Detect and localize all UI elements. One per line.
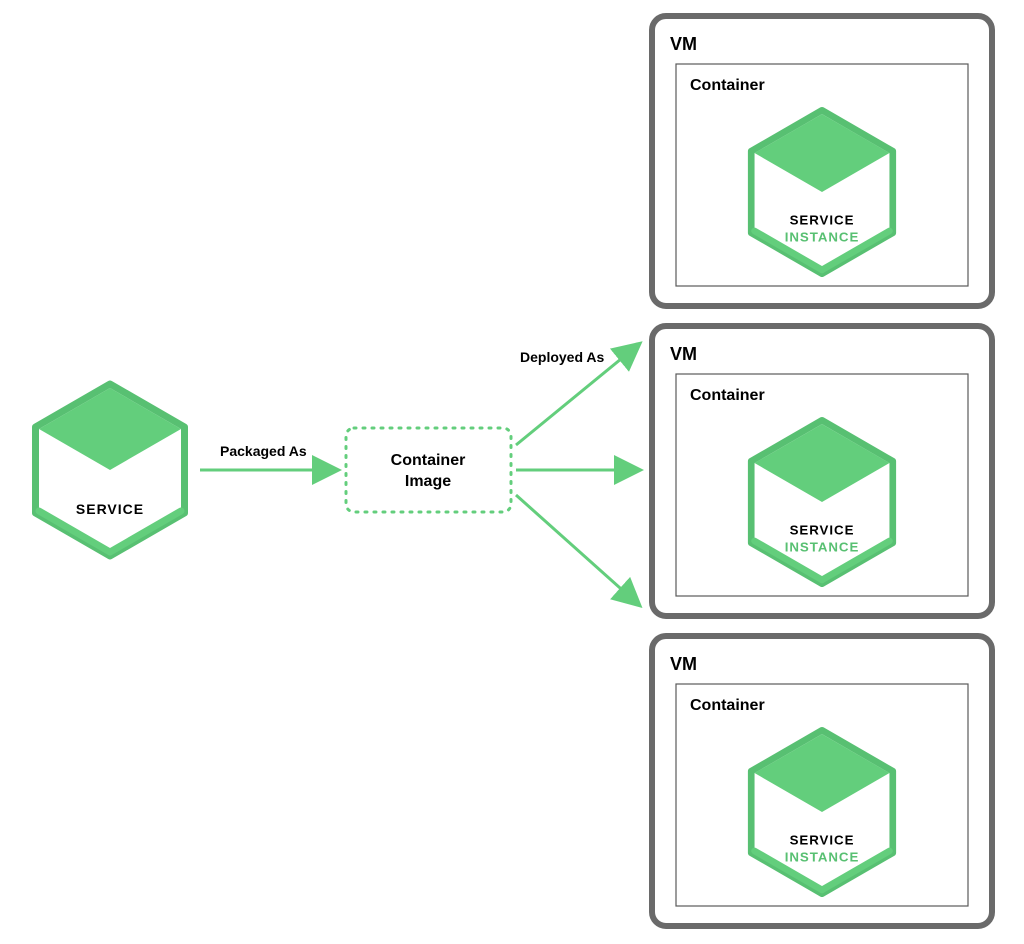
container-title: Container xyxy=(690,387,765,404)
vm-title: VM xyxy=(670,34,697,54)
diagram-canvas: SERVICE Container Image Packaged As Depl… xyxy=(0,0,1024,939)
service-instance-label-2: INSTANCE xyxy=(785,849,860,864)
container-image-box: Container Image xyxy=(346,428,511,512)
service-instance-label-1: SERVICE xyxy=(790,212,855,227)
deployed-arrow-top: Deployed As xyxy=(516,345,638,445)
deployed-as-label: Deployed As xyxy=(520,349,604,365)
vm-title: VM xyxy=(670,344,697,364)
container-image-label-1: Container xyxy=(391,452,466,469)
service-hexagon: SERVICE xyxy=(36,384,185,556)
vm-title: VM xyxy=(670,654,697,674)
vm-box-3: VM Container SERVICE INSTANCE xyxy=(652,636,992,926)
deployed-arrow-bottom xyxy=(516,495,638,604)
service-instance-label-2: INSTANCE xyxy=(785,229,860,244)
service-instance-label-1: SERVICE xyxy=(790,522,855,537)
packaged-as-arrow: Packaged As xyxy=(200,443,336,470)
service-label: SERVICE xyxy=(76,501,144,517)
service-instance-label-1: SERVICE xyxy=(790,832,855,847)
vm-box-2: VM Container SERVICE INSTANCE xyxy=(652,326,992,616)
service-instance-label-2: INSTANCE xyxy=(785,539,860,554)
container-title: Container xyxy=(690,697,765,714)
packaged-as-label: Packaged As xyxy=(220,443,307,459)
vm-box-1: VM Container SERVICE INSTANCE xyxy=(652,16,992,306)
container-title: Container xyxy=(690,77,765,94)
container-image-label-2: Image xyxy=(405,473,451,490)
